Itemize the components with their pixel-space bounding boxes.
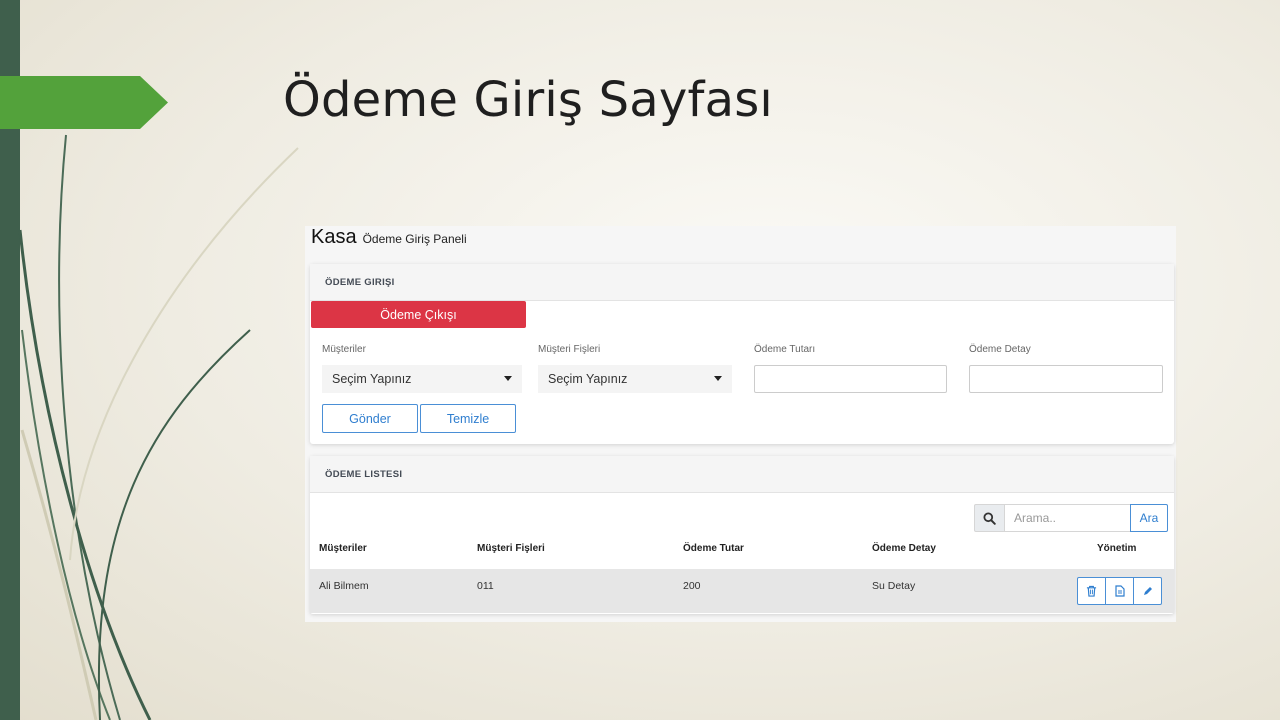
app-title: Kasa (311, 226, 357, 248)
payment-entry-panel: ÖDEME GIRIŞI Ödeme Çıkışı Müşteriler Seç… (310, 264, 1174, 444)
panel-header: ÖDEME LISTESI (310, 456, 1174, 493)
receipts-label: Müşteri Fişleri (538, 344, 601, 355)
cell-amount: 200 (683, 580, 701, 592)
slide-title: Ödeme Giriş Sayfası (283, 72, 773, 128)
app-screenshot: Kasa Ödeme Giriş Paneli ÖDEME GIRIŞI Öde… (305, 226, 1176, 622)
clear-button[interactable]: Temizle (420, 404, 516, 433)
payment-list-panel: ÖDEME LISTESI Arama.. Ara Müşteriler Müş… (310, 456, 1174, 614)
amount-label: Ödeme Tutarı (754, 344, 816, 355)
cell-detail: Su Detay (872, 580, 916, 592)
payment-out-button[interactable]: Ödeme Çıkışı (311, 301, 526, 328)
document-icon (1114, 585, 1125, 597)
customers-select[interactable]: Seçim Yapınız (322, 365, 522, 393)
delete-button[interactable] (1077, 577, 1106, 605)
column-header: Ödeme Tutar (683, 543, 744, 554)
search-button[interactable]: Ara (1130, 504, 1168, 532)
app-subtitle: Ödeme Giriş Paneli (362, 232, 467, 246)
view-button[interactable] (1105, 577, 1134, 605)
receipts-select-value: Seçim Yapınız (548, 372, 628, 386)
column-header: Ödeme Detay (872, 543, 936, 554)
receipts-select[interactable]: Seçim Yapınız (538, 365, 732, 393)
table-row: Ali Bilmem 011 200 Su Detay (310, 569, 1174, 613)
search-icon (974, 504, 1005, 532)
amount-input[interactable] (754, 365, 947, 393)
panel-header: ÖDEME GIRIŞI (310, 264, 1174, 301)
submit-button[interactable]: Gönder (322, 404, 418, 433)
trash-icon (1086, 585, 1097, 597)
column-header: Müşteriler (319, 543, 367, 554)
detail-label: Ödeme Detay (969, 344, 1031, 355)
detail-input[interactable] (969, 365, 1163, 393)
customers-select-value: Seçim Yapınız (332, 372, 412, 386)
chevron-down-icon (714, 376, 722, 381)
edit-button[interactable] (1133, 577, 1162, 605)
green-arrow-decoration (0, 76, 168, 129)
cell-customer: Ali Bilmem (319, 580, 369, 592)
pencil-icon (1143, 587, 1152, 595)
column-header: Müşteri Fişleri (477, 543, 545, 554)
column-header: Yönetim (1097, 543, 1137, 554)
customers-label: Müşteriler (322, 344, 366, 355)
app-header: Kasa Ödeme Giriş Paneli (311, 226, 467, 252)
chevron-down-icon (504, 376, 512, 381)
row-actions (1077, 577, 1162, 605)
cell-receipt: 011 (477, 580, 494, 592)
search-input[interactable]: Arama.. (1004, 504, 1131, 532)
